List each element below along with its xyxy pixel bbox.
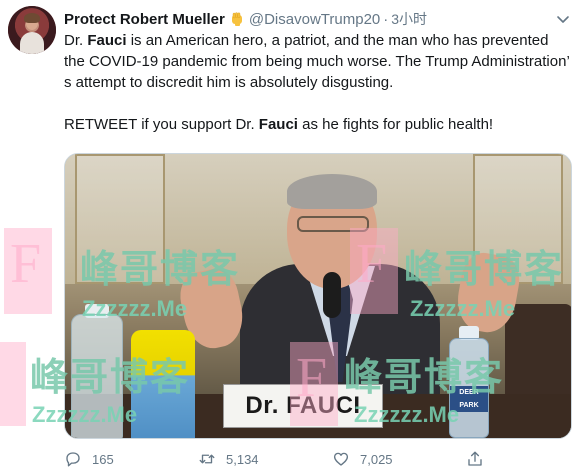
watermark-block: [0, 342, 26, 426]
tweet-photo[interactable]: DEER PARK Dr. FAUCI: [64, 153, 572, 439]
retweet-button[interactable]: 5,134: [198, 450, 332, 468]
watermark-letter: F: [10, 233, 42, 295]
hashtag-fauci[interactable]: Fauci: [87, 32, 126, 49]
photo-water-label: DEER PARK: [450, 386, 488, 412]
reply-button[interactable]: 165: [64, 450, 198, 468]
chevron-down-icon[interactable]: [554, 10, 572, 28]
photo-wipes-canister: [131, 330, 195, 438]
photo-sanitizer-bottle: [71, 314, 123, 438]
photo-name-placard: Dr. FAUCI: [223, 384, 383, 428]
tweet-timestamp[interactable]: 3小时: [391, 9, 427, 29]
share-icon: [468, 451, 482, 466]
reply-icon: [66, 452, 80, 467]
share-button[interactable]: [466, 450, 506, 468]
avatar[interactable]: [8, 6, 56, 54]
tweet-text: Dr. Fauci is an American hero, a patriot…: [64, 30, 572, 135]
photo-hair: [287, 174, 377, 209]
tweet-header: Protect Robert Mueller @DisavowTrump20 ·…: [64, 9, 427, 29]
avatar-hair: [24, 13, 40, 23]
separator-dot: ·: [383, 10, 389, 28]
photo-glasses: [297, 216, 369, 232]
tweet-actions: 165 5,134 7,025: [64, 447, 534, 471]
placard-text: Dr. FAUCI: [245, 392, 361, 419]
avatar-body: [20, 32, 44, 54]
tweet-paragraph-1: Dr. Fauci is an American hero, a patriot…: [64, 32, 570, 91]
reply-count: 165: [92, 451, 114, 467]
author-handle[interactable]: @DisavowTrump20: [249, 11, 380, 28]
retweet-icon: [199, 454, 215, 464]
photo-microphone: [323, 272, 341, 318]
tweet-paragraph-2: RETWEET if you support Dr. Fauci as he f…: [64, 116, 494, 133]
retweet-count: 5,134: [226, 451, 259, 467]
like-count: 7,025: [360, 451, 393, 467]
raised-fist-icon: [229, 11, 245, 27]
like-button[interactable]: 7,025: [332, 450, 466, 468]
photo-wall-panel: [75, 154, 165, 284]
hashtag-fauci-2[interactable]: Fauci: [259, 116, 298, 133]
tweet[interactable]: Protect Robert Mueller @DisavowTrump20 ·…: [0, 0, 582, 476]
author-name[interactable]: Protect Robert Mueller: [64, 11, 225, 28]
watermark-block: [4, 228, 52, 314]
heart-icon: [333, 452, 349, 466]
